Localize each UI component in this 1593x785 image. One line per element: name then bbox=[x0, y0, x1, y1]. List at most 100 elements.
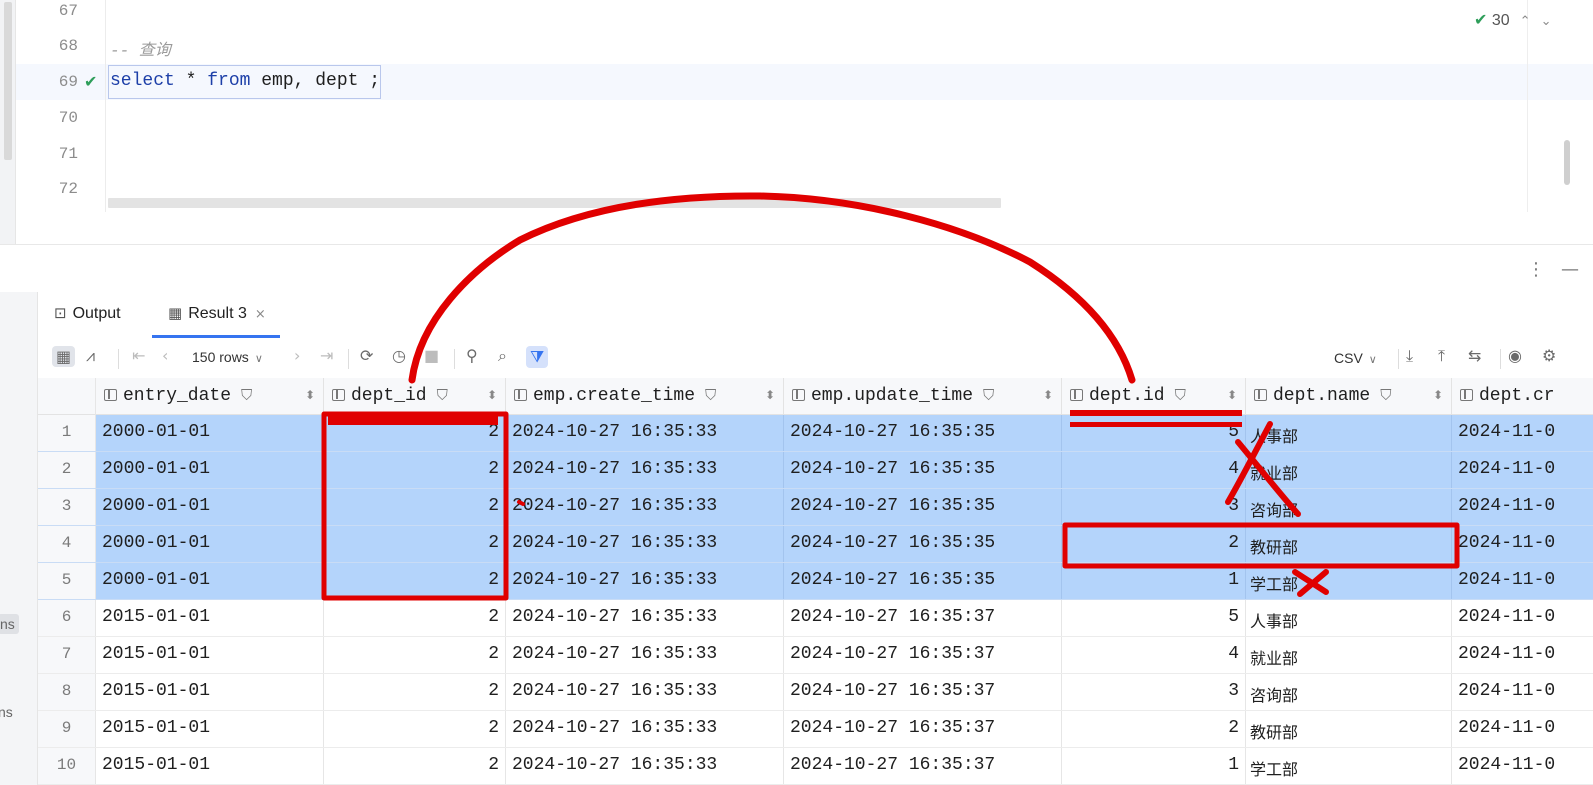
inspections-widget[interactable]: ✔ 30 ⌃ ⌄ bbox=[1474, 10, 1551, 30]
sort-icon[interactable]: ⬍ bbox=[765, 388, 775, 402]
sort-icon[interactable]: ⬍ bbox=[487, 388, 497, 402]
table-row[interactable]: 5 2000-01-01 2 2024-10-27 16:35:33 2024-10-2… bbox=[38, 563, 1593, 600]
services-item[interactable]: ns bbox=[0, 704, 13, 720]
cell-emp-create-time[interactable]: 2024-10-27 16:35:33 bbox=[506, 748, 784, 784]
cell-dept-create-time[interactable]: 2024-11-0 bbox=[1452, 637, 1593, 673]
column-header-dept-create-time[interactable]: dept.cr bbox=[1452, 378, 1593, 415]
cell-dept-name[interactable]: 学工部 bbox=[1246, 748, 1452, 784]
table-view-icon[interactable]: ▦ bbox=[52, 346, 76, 367]
table-row[interactable]: 2 2000-01-01 2 2024-10-27 16:35:33 2024-10-2… bbox=[38, 452, 1593, 489]
scroll-thumb[interactable] bbox=[4, 2, 12, 160]
cell-emp-create-time[interactable]: 2024-10-27 16:35:33 bbox=[506, 415, 784, 451]
cell-dept-id-2[interactable]: 5 bbox=[1062, 415, 1246, 451]
more-options-icon[interactable]: ⋮ bbox=[1527, 259, 1545, 280]
filter-icon[interactable]: ⛉ bbox=[705, 386, 716, 404]
cell-dept-create-time[interactable]: 2024-11-0 bbox=[1452, 711, 1593, 747]
cell-dept-name[interactable]: 人事部 bbox=[1246, 415, 1452, 451]
cell-dept-id[interactable]: 2 bbox=[324, 748, 506, 784]
cell-emp-update-time[interactable]: 2024-10-27 16:35:37 bbox=[784, 748, 1062, 784]
cell-dept-id-2[interactable]: 5 bbox=[1062, 600, 1246, 636]
sort-icon[interactable]: ⬍ bbox=[1433, 388, 1443, 402]
filter-icon[interactable]: ⛉ bbox=[1175, 386, 1186, 404]
chevron-down-icon[interactable]: ⌄ bbox=[1541, 14, 1552, 29]
cell-dept-name[interactable]: 就业部 bbox=[1246, 637, 1452, 673]
cell-dept-name[interactable]: 教研部 bbox=[1246, 526, 1452, 562]
filter-icon[interactable]: ⛉ bbox=[983, 386, 994, 404]
result-grid[interactable]: entry_date ⛉ ⬍ dept_id ⛉ ⬍ emp.create_time ⛉ ⬍… bbox=[38, 378, 1593, 785]
panel-splitter[interactable]: ⋮ — bbox=[0, 244, 1593, 292]
cell-entry-date[interactable]: 2000-01-01 bbox=[96, 415, 324, 451]
filter-icon[interactable]: ⛉ bbox=[437, 386, 448, 404]
cell-entry-date[interactable]: 2015-01-01 bbox=[96, 711, 324, 747]
row-number[interactable]: 4 bbox=[38, 526, 96, 562]
row-number[interactable]: 5 bbox=[38, 563, 96, 599]
cell-entry-date[interactable]: 2000-01-01 bbox=[96, 526, 324, 562]
cell-dept-name[interactable]: 教研部 bbox=[1246, 711, 1452, 747]
cell-dept-id[interactable]: 2 bbox=[324, 674, 506, 710]
table-row[interactable]: 3 2000-01-01 2 2024-10-27 16:35:33 2024-10-2… bbox=[38, 489, 1593, 526]
column-header-dept-id-2[interactable]: dept.id ⛉ ⬍ bbox=[1062, 378, 1246, 415]
row-number[interactable]: 9 bbox=[38, 711, 96, 747]
cell-emp-update-time[interactable]: 2024-10-27 16:35:37 bbox=[784, 637, 1062, 673]
cell-entry-date[interactable]: 2000-01-01 bbox=[96, 452, 324, 488]
cell-entry-date[interactable]: 2015-01-01 bbox=[96, 674, 324, 710]
cell-dept-id-2[interactable]: 3 bbox=[1062, 489, 1246, 525]
column-header-dept-name[interactable]: dept.name ⛉ ⬍ bbox=[1246, 378, 1452, 415]
cell-dept-name[interactable]: 学工部 bbox=[1246, 563, 1452, 599]
download-icon[interactable]: ⤓ bbox=[1406, 346, 1413, 366]
table-row[interactable]: 1 2000-01-01 2 2024-10-27 16:35:33 2024-10-2… bbox=[38, 415, 1593, 452]
column-header-entry-date[interactable]: entry_date ⛉ ⬍ bbox=[96, 378, 324, 415]
chart-view-icon[interactable]: ⩘ bbox=[86, 346, 95, 366]
previous-page-icon[interactable]: ‹ bbox=[162, 346, 168, 365]
code-comment[interactable]: -- 查询 bbox=[110, 36, 171, 60]
row-number[interactable]: 6 bbox=[38, 600, 96, 636]
cell-emp-create-time[interactable]: 2024-10-27 16:35:33 bbox=[506, 600, 784, 636]
cell-dept-id-2[interactable]: 3 bbox=[1062, 674, 1246, 710]
column-header-dept-id[interactable]: dept_id ⛉ ⬍ bbox=[324, 378, 506, 415]
cell-dept-create-time[interactable]: 2024-11-0 bbox=[1452, 563, 1593, 599]
close-icon[interactable]: × bbox=[255, 307, 266, 322]
table-row[interactable]: 10 2015-01-01 2 2024-10-27 16:35:33 2024-10-… bbox=[38, 748, 1593, 785]
cell-entry-date[interactable]: 2015-01-01 bbox=[96, 637, 324, 673]
view-icon[interactable]: ◉ bbox=[1508, 346, 1522, 365]
stop-icon[interactable]: ■ bbox=[424, 346, 439, 365]
cell-dept-id-2[interactable]: 1 bbox=[1062, 563, 1246, 599]
sort-icon[interactable]: ⬍ bbox=[1227, 388, 1237, 402]
sort-icon[interactable]: ⬍ bbox=[1043, 388, 1053, 402]
cell-entry-date[interactable]: 2000-01-01 bbox=[96, 489, 324, 525]
services-item[interactable]: ns bbox=[0, 614, 19, 634]
next-page-icon[interactable]: › bbox=[294, 346, 300, 365]
tab-result[interactable]: ▦ Result 3 × bbox=[152, 304, 280, 338]
row-number[interactable]: 7 bbox=[38, 637, 96, 673]
cell-dept-id-2[interactable]: 2 bbox=[1062, 526, 1246, 562]
cell-dept-name[interactable]: 就业部 bbox=[1246, 452, 1452, 488]
cell-dept-id[interactable]: 2 bbox=[324, 600, 506, 636]
sql-editor[interactable]: 67 68 69 ✔ 70 71 72 -- 查询 select * from … bbox=[0, 0, 1593, 244]
cell-dept-create-time[interactable]: 2024-11-0 bbox=[1452, 526, 1593, 562]
cell-emp-create-time[interactable]: 2024-10-27 16:35:33 bbox=[506, 711, 784, 747]
column-header-emp-update-time[interactable]: emp.update_time ⛉ ⬍ bbox=[784, 378, 1062, 415]
row-number[interactable]: 1 bbox=[38, 415, 96, 451]
history-icon[interactable]: ◷ bbox=[392, 346, 406, 365]
settings-icon[interactable]: ⚙ bbox=[1542, 346, 1556, 365]
filter-icon[interactable]: ⛉ bbox=[241, 386, 252, 404]
row-number[interactable]: 8 bbox=[38, 674, 96, 710]
cell-dept-create-time[interactable]: 2024-11-0 bbox=[1452, 674, 1593, 710]
cell-dept-create-time[interactable]: 2024-11-0 bbox=[1452, 415, 1593, 451]
cell-dept-id[interactable]: 2 bbox=[324, 415, 506, 451]
refresh-icon[interactable]: ⟳ bbox=[360, 346, 373, 365]
cell-emp-update-time[interactable]: 2024-10-27 16:35:37 bbox=[784, 674, 1062, 710]
cell-dept-id[interactable]: 2 bbox=[324, 563, 506, 599]
cell-dept-create-time[interactable]: 2024-11-0 bbox=[1452, 748, 1593, 784]
cell-emp-create-time[interactable]: 2024-10-27 16:35:33 bbox=[506, 674, 784, 710]
table-row[interactable]: 6 2015-01-01 2 2024-10-27 16:35:33 2024-10-2… bbox=[38, 600, 1593, 637]
cell-entry-date[interactable]: 2015-01-01 bbox=[96, 748, 324, 784]
cell-dept-id[interactable]: 2 bbox=[324, 637, 506, 673]
upload-icon[interactable]: ⤒ bbox=[1438, 346, 1445, 366]
cell-emp-update-time[interactable]: 2024-10-27 16:35:35 bbox=[784, 415, 1062, 451]
cell-emp-update-time[interactable]: 2024-10-27 16:35:35 bbox=[784, 452, 1062, 488]
chevron-up-icon[interactable]: ⌃ bbox=[1520, 14, 1531, 29]
cell-dept-id-2[interactable]: 4 bbox=[1062, 637, 1246, 673]
cell-dept-name[interactable]: 人事部 bbox=[1246, 600, 1452, 636]
filter-icon[interactable]: ⛉ bbox=[1380, 386, 1391, 404]
